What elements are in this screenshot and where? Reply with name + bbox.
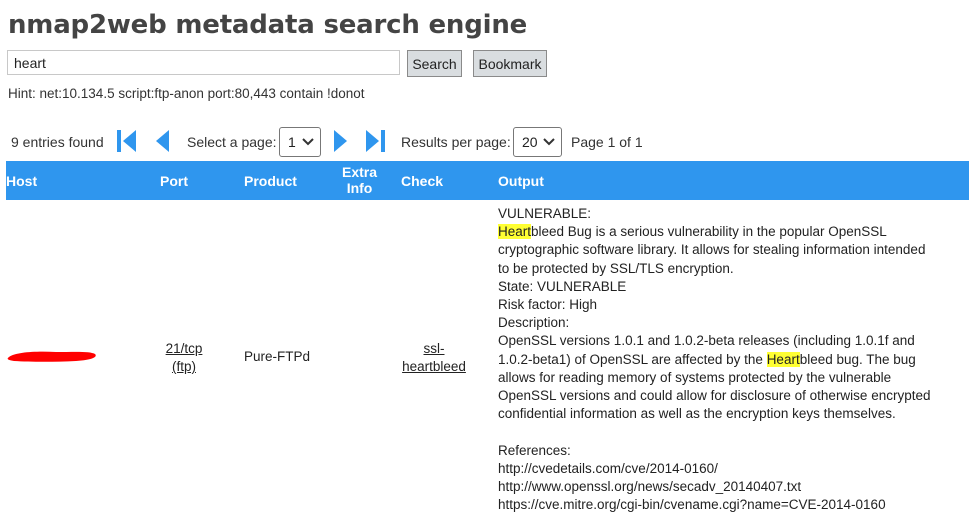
page-select[interactable]: 1 — [279, 127, 321, 157]
search-highlight: Heart — [766, 351, 800, 367]
column-header-port[interactable]: Port — [160, 173, 188, 189]
search-hint: Hint: net:10.134.5 script:ftp-anon port:… — [8, 86, 365, 101]
chevron-down-icon — [543, 138, 555, 146]
output-line: https://cve.mitre.org/cgi-bin/cvename.cg… — [498, 497, 886, 513]
output-line: Risk factor: High — [498, 297, 598, 313]
results-per-page-label: Results per page: — [401, 134, 511, 150]
search-input[interactable] — [7, 50, 400, 75]
search-button[interactable]: Search — [407, 50, 462, 77]
output-line: allows for reading memory of systems pro… — [498, 369, 892, 385]
table-row: 21/tcp (ftp) Pure-FTPd ssl- heartbleed V… — [6, 200, 969, 513]
chevron-down-icon — [302, 138, 314, 146]
output-cell: VULNERABLE: Heartbleed Bug is a serious … — [498, 205, 948, 514]
check-link[interactable]: ssl- heartbleed — [399, 340, 469, 376]
output-line: 1.0.2-beta1) of OpenSSL are affected by … — [498, 351, 916, 367]
output-line: cryptographic software library. It allow… — [498, 242, 926, 258]
output-line: References: — [498, 442, 571, 458]
output-line: OpenSSL versions 1.0.1 and 1.0.2-beta re… — [498, 333, 915, 349]
output-line: OpenSSL versions and could allow for dis… — [498, 388, 931, 404]
search-highlight: Heart — [498, 224, 532, 240]
pagination-bar: 9 entries found Select a page: 1 Results… — [0, 125, 974, 159]
select-page-label: Select a page: — [187, 134, 277, 150]
first-page-icon[interactable] — [115, 128, 139, 154]
port-link[interactable]: 21/tcp (ftp) — [159, 340, 209, 376]
output-line: http://www.openssl.org/news/secadv_20140… — [498, 479, 802, 495]
last-page-icon[interactable] — [363, 128, 387, 154]
column-header-output[interactable]: Output — [498, 173, 544, 189]
output-line: State: VULNERABLE — [498, 278, 627, 294]
column-header-host[interactable]: Host — [6, 173, 37, 189]
results-table-header: Host Port Product Extra Info Check Outpu… — [6, 161, 969, 200]
output-line: confidential information as well as the … — [498, 406, 896, 422]
output-line: Description: — [498, 315, 570, 331]
output-line: to be protected by SSL/TLS encryption. — [498, 260, 734, 276]
output-line: VULNERABLE: — [498, 206, 592, 221]
results-per-page-select[interactable]: 20 — [513, 127, 562, 157]
page-title: nmap2web metadata search engine — [8, 10, 528, 40]
page-select-value: 1 — [288, 134, 296, 150]
host-redaction-mark — [7, 351, 96, 362]
output-blank-line — [498, 423, 948, 441]
previous-page-icon[interactable] — [150, 128, 174, 154]
column-header-check[interactable]: Check — [401, 173, 443, 189]
entries-count: 9 entries found — [11, 134, 104, 150]
column-header-extra-info[interactable]: Extra Info — [342, 164, 377, 196]
next-page-icon[interactable] — [329, 128, 353, 154]
output-line: Heartbleed Bug is a serious vulnerabilit… — [498, 224, 887, 240]
product-cell: Pure-FTPd — [244, 349, 311, 364]
bookmark-button[interactable]: Bookmark — [473, 50, 547, 77]
output-line: http://cvedetails.com/cve/2014-0160/ — [498, 460, 718, 476]
results-per-page-value: 20 — [522, 134, 538, 150]
page-indicator: Page 1 of 1 — [571, 134, 643, 150]
column-header-product[interactable]: Product — [244, 173, 297, 189]
